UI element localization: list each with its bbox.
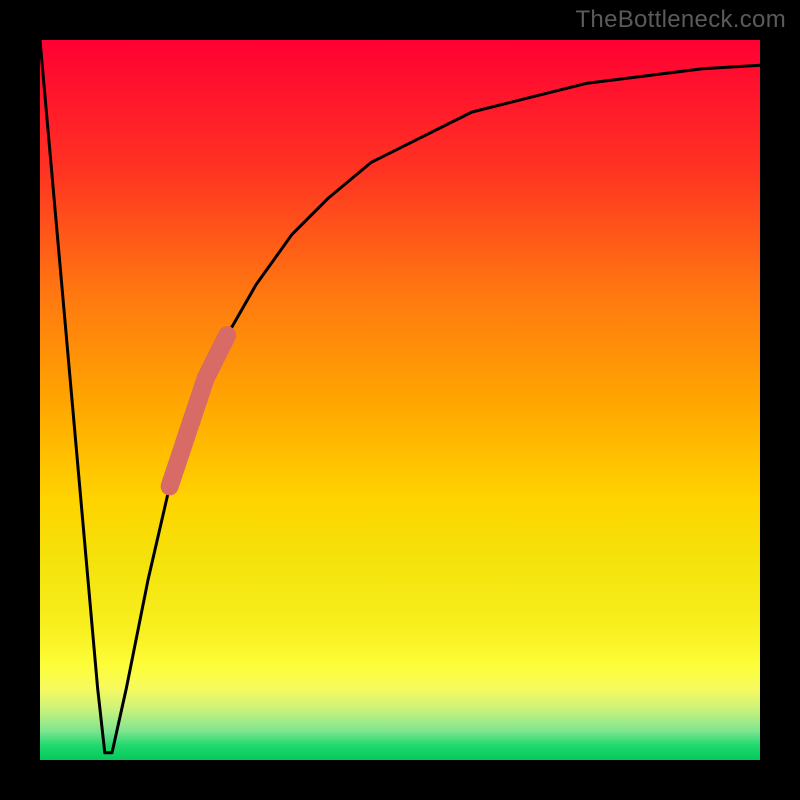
chart-container: TheBottleneck.com <box>0 0 800 800</box>
highlight-isolated-dot <box>185 414 201 430</box>
highlight-points-group <box>161 326 237 495</box>
watermark-text: TheBottleneck.com <box>575 6 786 34</box>
plot-area <box>40 40 760 760</box>
highlight-strip-dot <box>218 326 236 344</box>
highlight-isolated-dot <box>194 393 208 407</box>
highlight-points-layer <box>40 40 760 760</box>
highlight-isolated-dot <box>176 443 190 457</box>
